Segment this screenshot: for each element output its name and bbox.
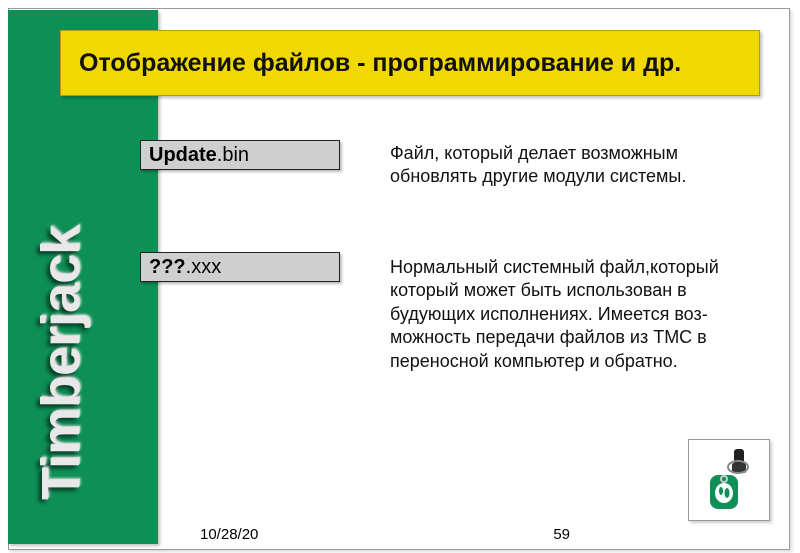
file-name-bold: ??? — [149, 256, 186, 279]
file-name-ext: .xxx — [186, 256, 222, 279]
key-fob-image — [688, 439, 770, 521]
key-fob-icon — [694, 445, 764, 515]
file-desc-update: Файл, который делает возможным обновлять… — [390, 142, 750, 189]
file-name-bold: Update — [149, 144, 217, 167]
footer-page-number: 59 — [553, 526, 570, 543]
file-box-unknown: ???.xxx — [140, 252, 340, 282]
brand-logo: Timberjack — [30, 226, 92, 500]
file-desc-unknown: Нормальный системный файл,который которы… — [390, 256, 750, 373]
footer-date: 10/28/20 — [200, 526, 258, 543]
title-bar: Отображение файлов - программирование и … — [60, 30, 760, 96]
file-box-update: Update.bin — [140, 140, 340, 170]
file-name-ext: .bin — [217, 144, 249, 167]
slide-title: Отображение файлов - программирование и … — [79, 49, 681, 78]
